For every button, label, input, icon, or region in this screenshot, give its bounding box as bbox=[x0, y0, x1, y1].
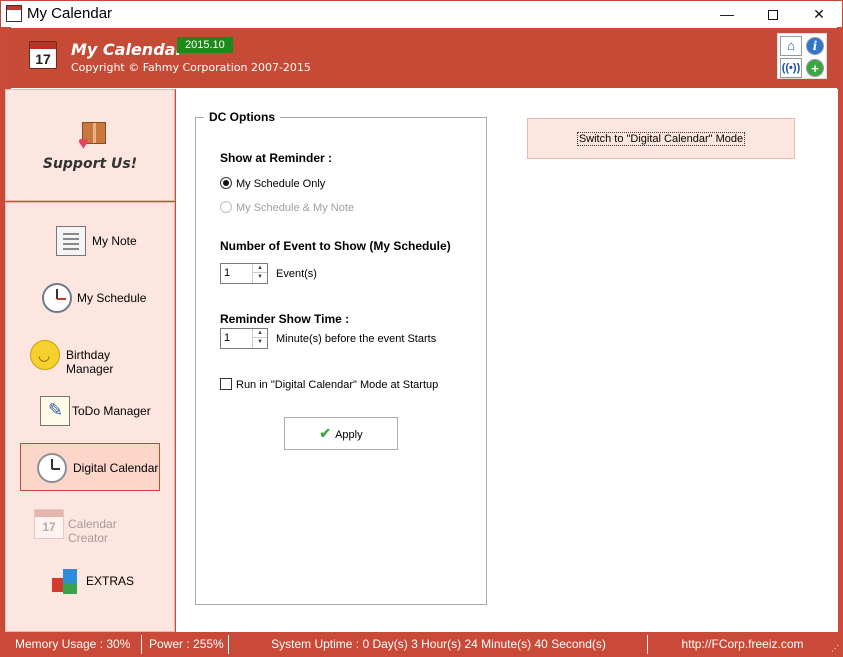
switch-to-digital-calendar-button[interactable]: Switch to "Digital Calendar" Mode bbox=[527, 118, 795, 159]
copyright-text: Copyright © Fahmy Corporation 2007-2015 bbox=[71, 61, 311, 74]
radio-selected-icon bbox=[220, 177, 232, 189]
checkbox-unchecked-icon bbox=[220, 378, 232, 390]
digital-clock-icon bbox=[37, 453, 67, 483]
events-count-stepper[interactable]: 1 ▲ ▼ bbox=[220, 263, 268, 284]
radio-label: My Schedule Only bbox=[236, 178, 326, 190]
add-icon[interactable]: + bbox=[806, 59, 824, 77]
sidebar-item-extras[interactable]: EXTRAS bbox=[20, 557, 160, 605]
sidebar-item-todo-manager[interactable]: ToDo Manager bbox=[20, 387, 160, 435]
title-bar: My Calendar — ✕ bbox=[0, 0, 843, 27]
calendar-logo-icon: 17 bbox=[29, 41, 57, 69]
version-badge: 2015.10 bbox=[177, 37, 233, 53]
sidebar-item-my-schedule[interactable]: My Schedule bbox=[20, 274, 160, 322]
reminder-show-time-label: Reminder Show Time : bbox=[220, 312, 350, 326]
radio-label: My Schedule & My Note bbox=[236, 202, 354, 214]
system-uptime-status: System Uptime : 0 Day(s) 3 Hour(s) 24 Mi… bbox=[230, 635, 648, 654]
apply-label: Apply bbox=[335, 429, 363, 441]
events-to-show-label: Number of Event to Show (My Schedule) bbox=[220, 239, 451, 253]
sidebar-item-label: Digital Calendar bbox=[73, 461, 159, 475]
header-icon-group: ⌂ i ((•)) + bbox=[777, 33, 827, 79]
header-panel: 17 My Calendar 2015.10 Copyright © Fahmy… bbox=[11, 27, 837, 89]
website-link[interactable]: http://FCorp.freeiz.com bbox=[649, 635, 836, 654]
memory-usage-status: Memory Usage : 30% bbox=[5, 635, 142, 654]
sidebar-nav: My Note My Schedule Birthday Manager ToD… bbox=[5, 202, 175, 632]
window-title: My Calendar bbox=[27, 5, 113, 22]
reminder-minutes-value: 1 bbox=[224, 332, 231, 344]
stepper-down-icon[interactable]: ▼ bbox=[253, 273, 267, 282]
dc-options-title: DC Options bbox=[204, 110, 280, 124]
todo-icon bbox=[40, 396, 70, 426]
sidebar-item-my-note[interactable]: My Note bbox=[20, 217, 160, 265]
radio-schedule-only[interactable]: My Schedule Only bbox=[220, 177, 325, 190]
sidebar-item-label: Birthday Manager bbox=[66, 348, 114, 376]
radio-unselected-icon bbox=[220, 201, 232, 213]
checkmark-icon: ✔ bbox=[319, 425, 332, 441]
cubes-icon bbox=[50, 566, 80, 596]
app-header: 17 My Calendar 2015.10 Copyright © Fahmy… bbox=[0, 27, 843, 89]
app-calendar-icon bbox=[6, 5, 22, 22]
close-button[interactable]: ✕ bbox=[796, 1, 842, 28]
main-content: DC Options Show at Reminder : My Schedul… bbox=[176, 89, 843, 632]
events-unit-label: Event(s) bbox=[276, 268, 317, 280]
sidebar-item-label: My Note bbox=[92, 234, 137, 248]
home-icon[interactable]: ⌂ bbox=[780, 36, 802, 56]
sidebar-item-label: My Schedule bbox=[77, 291, 147, 305]
minimize-button[interactable]: — bbox=[704, 1, 750, 28]
calendar-icon: 17 bbox=[34, 509, 64, 539]
power-status: Power : 255% bbox=[143, 635, 229, 654]
info-icon[interactable]: i bbox=[806, 37, 824, 55]
maximize-button[interactable] bbox=[750, 1, 796, 28]
sidebar-item-label: Calendar Creator bbox=[68, 517, 117, 545]
resize-grip-icon[interactable]: ⋰ bbox=[831, 645, 841, 655]
apply-button[interactable]: ✔ Apply bbox=[284, 417, 398, 450]
sidebar: ♥ Support Us! My Note My Schedule Birthd… bbox=[0, 89, 176, 632]
reminder-minutes-stepper[interactable]: 1 ▲ ▼ bbox=[220, 328, 268, 349]
main-right-border bbox=[838, 89, 843, 632]
rss-icon[interactable]: ((•)) bbox=[780, 58, 802, 78]
checkbox-label: Run in "Digital Calendar" Mode at Startu… bbox=[236, 379, 439, 391]
reminder-unit-label: Minute(s) before the event Starts bbox=[276, 333, 437, 345]
app-name: My Calendar bbox=[71, 40, 184, 59]
dc-options-group: DC Options Show at Reminder : My Schedul… bbox=[195, 110, 487, 605]
sidebar-item-label: EXTRAS bbox=[86, 574, 135, 588]
maximize-icon bbox=[768, 10, 778, 21]
sidebar-item-label: ToDo Manager bbox=[72, 404, 151, 418]
sidebar-item-birthday-manager[interactable]: Birthday Manager bbox=[20, 331, 160, 379]
sidebar-item-calendar-creator: 17 Calendar Creator bbox=[20, 500, 160, 548]
support-us-label: Support Us! bbox=[42, 156, 138, 172]
switch-button-label: Switch to "Digital Calendar" Mode bbox=[576, 132, 746, 146]
sidebar-item-digital-calendar[interactable]: Digital Calendar bbox=[20, 443, 160, 491]
note-icon bbox=[56, 226, 86, 256]
events-count-value: 1 bbox=[224, 267, 231, 279]
status-bar: Memory Usage : 30% Power : 255% System U… bbox=[0, 632, 843, 657]
stepper-up-icon[interactable]: ▲ bbox=[253, 329, 267, 338]
run-at-startup-checkbox[interactable]: Run in "Digital Calendar" Mode at Startu… bbox=[220, 378, 438, 391]
stepper-up-icon[interactable]: ▲ bbox=[253, 264, 267, 273]
show-at-reminder-label: Show at Reminder : bbox=[220, 151, 333, 165]
stepper-down-icon[interactable]: ▼ bbox=[253, 338, 267, 347]
support-us-button[interactable]: ♥ Support Us! bbox=[5, 89, 175, 201]
radio-schedule-and-note: My Schedule & My Note bbox=[220, 201, 354, 214]
clock-icon bbox=[42, 283, 72, 313]
gift-icon: ♥ bbox=[78, 118, 108, 152]
smiley-icon bbox=[30, 340, 60, 370]
